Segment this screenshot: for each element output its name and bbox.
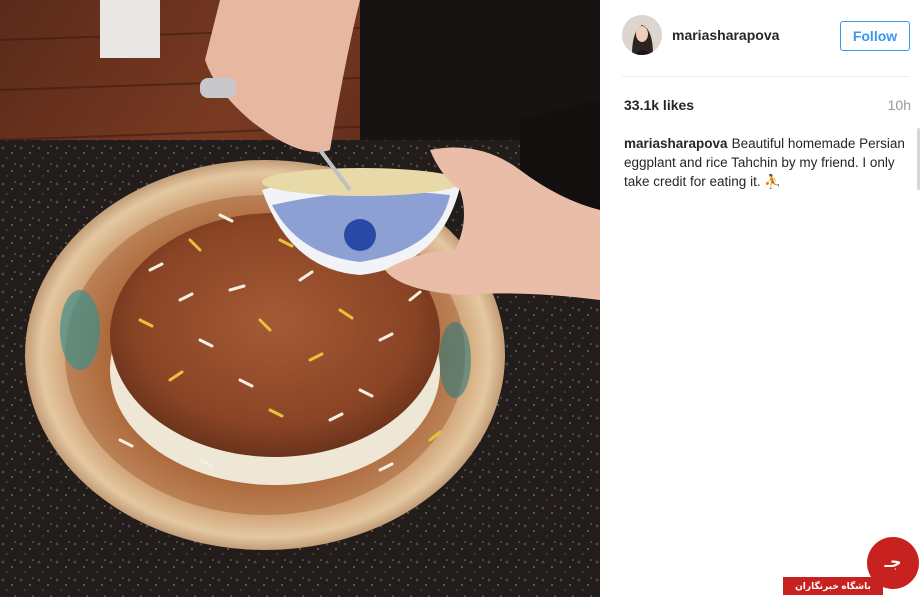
post-header: mariasharapova Follow <box>600 0 923 76</box>
avatar[interactable] <box>622 15 662 55</box>
caption-username-link[interactable]: mariasharapova <box>624 136 728 151</box>
comments-scrollbar[interactable] <box>917 128 920 190</box>
post-photo[interactable] <box>0 0 600 597</box>
post-time[interactable]: 10h <box>888 97 911 113</box>
photo-illustration <box>0 0 600 597</box>
post-details-panel: mariasharapova Follow 33.1k likes 10h ma… <box>600 0 923 597</box>
watermark-emblem: جـ <box>867 537 919 589</box>
post-caption: mariasharapova Beautiful homemade Persian… <box>624 134 906 191</box>
likes-count[interactable]: 33.1k likes <box>624 97 694 113</box>
avatar-image <box>622 15 662 55</box>
watermark-bar: باشگاه خبرنگاران <box>783 577 883 595</box>
username-link[interactable]: mariasharapova <box>672 27 779 43</box>
header-divider <box>622 76 910 77</box>
follow-button[interactable]: Follow <box>840 21 910 51</box>
instagram-post-view: mariasharapova Follow 33.1k likes 10h ma… <box>0 0 923 597</box>
watermark-logo: باشگاه خبرنگاران جـ <box>783 537 923 597</box>
